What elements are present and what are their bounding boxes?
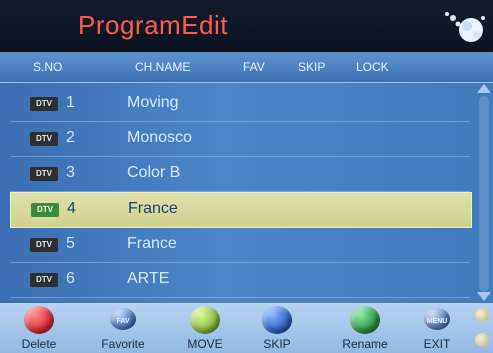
title-bar: ProgramEdit xyxy=(0,0,493,52)
dtv-badge: DTV xyxy=(30,167,58,181)
side-orb-icon xyxy=(475,333,489,347)
header-skip: SKIP xyxy=(298,60,326,74)
scroll-down-arrow-icon[interactable] xyxy=(477,292,491,301)
channel-row[interactable]: DTV 1 Moving xyxy=(10,87,470,122)
channel-number: 2 xyxy=(66,129,75,146)
green-yellow-button-icon xyxy=(190,306,220,334)
fav-icon-text: FAV xyxy=(116,318,130,325)
dtv-badge: DTV xyxy=(30,97,58,111)
footer-bar: Delete FAV Favorite MOVE SKIP Rename MEN… xyxy=(0,303,493,353)
favorite-button[interactable]: FAV Favorite xyxy=(88,303,158,353)
delete-label: Delete xyxy=(21,337,57,351)
column-header: S.NO CH.NAME FAV SKIP LOCK xyxy=(0,52,493,83)
channel-row[interactable]: DTV 2 Monosco xyxy=(10,122,470,157)
header-fav: FAV xyxy=(243,60,265,74)
channel-name: Moving xyxy=(127,94,179,111)
skip-button[interactable]: SKIP xyxy=(242,303,312,353)
scroll-up-arrow-icon[interactable] xyxy=(477,84,491,93)
channel-row[interactable]: DTV 6 ARTE xyxy=(10,263,470,298)
channel-number: 4 xyxy=(67,200,76,217)
green-button-icon xyxy=(350,306,380,334)
page-title: ProgramEdit xyxy=(78,10,228,40)
red-button-icon xyxy=(24,306,54,334)
channel-row-selected[interactable]: DTV 4 France xyxy=(10,192,472,228)
dtv-badge: DTV xyxy=(31,203,59,217)
fav-button-icon: FAV xyxy=(110,308,136,330)
channel-row[interactable]: DTV 5 France xyxy=(10,228,470,263)
channel-number: 6 xyxy=(66,270,75,287)
favorite-label: Favorite xyxy=(101,337,145,351)
header-sno: S.NO xyxy=(33,60,63,74)
blue-button-icon xyxy=(262,306,292,334)
channel-number: 5 xyxy=(66,235,75,252)
channel-list: DTV 1 Moving DTV 2 Monosco DTV 3 Color B… xyxy=(0,83,493,303)
menu-button-icon: MENU xyxy=(424,308,450,330)
channel-name: ARTE xyxy=(127,270,170,287)
rename-button[interactable]: Rename xyxy=(330,303,400,353)
dtv-badge: DTV xyxy=(30,132,58,146)
channel-number: 1 xyxy=(66,94,75,111)
program-edit-screen: ProgramEdit S.NO CH.NAME FAV SKIP LOCK D… xyxy=(0,0,493,353)
header-chname: CH.NAME xyxy=(135,60,191,74)
channel-name: Monosco xyxy=(127,129,192,146)
header-lock: LOCK xyxy=(356,60,389,74)
bubbles-logo-icon xyxy=(445,12,485,42)
scrollbar[interactable] xyxy=(479,96,489,292)
rename-label: Rename xyxy=(342,337,388,351)
channel-number: 3 xyxy=(66,164,75,181)
delete-button[interactable]: Delete xyxy=(4,303,74,353)
channel-name: Color B xyxy=(127,164,181,181)
side-orb-icon xyxy=(475,308,489,322)
move-button[interactable]: MOVE xyxy=(170,303,240,353)
move-label: MOVE xyxy=(187,337,223,351)
exit-button[interactable]: MENU EXIT xyxy=(402,303,472,353)
channel-name: France xyxy=(128,200,178,217)
exit-label: EXIT xyxy=(423,337,451,351)
dtv-badge: DTV xyxy=(30,273,58,287)
channel-name: France xyxy=(127,235,177,252)
dtv-badge: DTV xyxy=(30,238,58,252)
channel-row[interactable]: DTV 3 Color B xyxy=(10,157,470,192)
menu-icon-text: MENU xyxy=(426,318,448,325)
skip-label: SKIP xyxy=(263,337,291,351)
